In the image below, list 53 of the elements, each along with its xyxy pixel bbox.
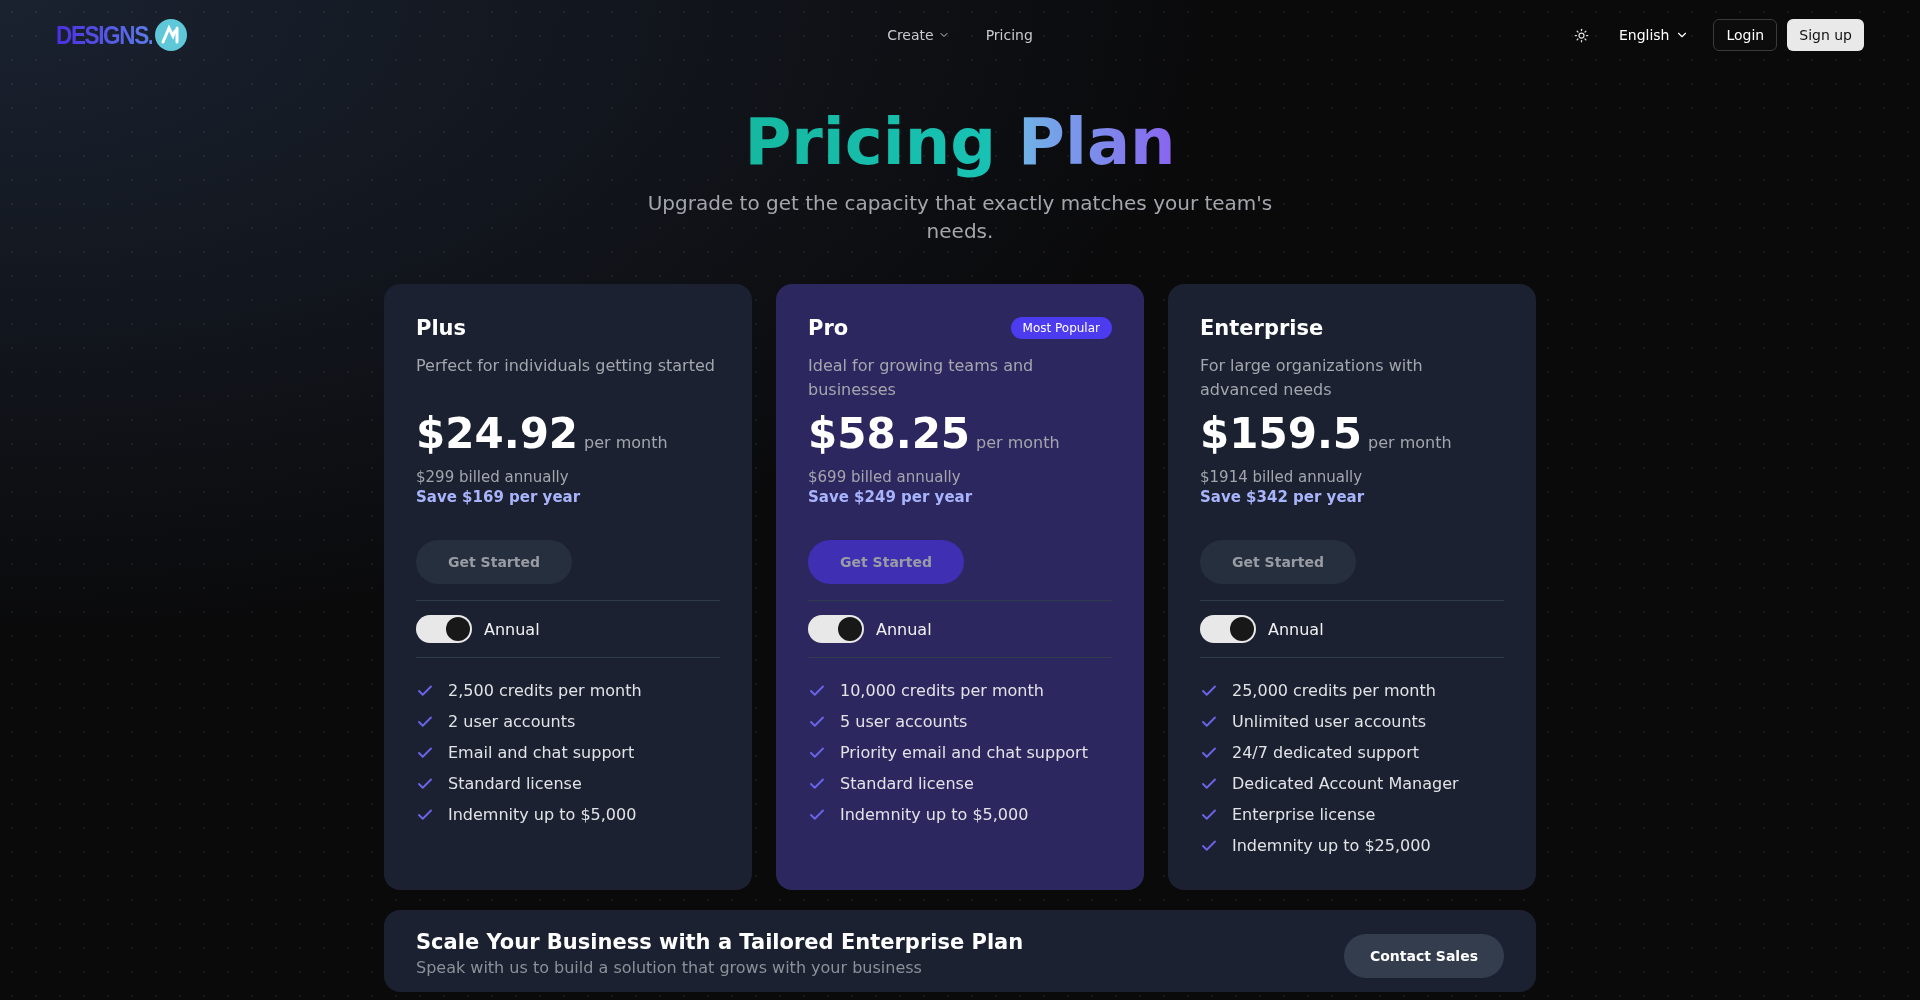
billed-annually: $299 billed annually: [416, 468, 570, 486]
feature-text: Standard license: [448, 773, 582, 795]
feature-text: Priority email and chat support: [840, 742, 1088, 764]
feature-text: Indemnity up to $25,000: [1232, 835, 1431, 857]
annual-toggle[interactable]: [808, 615, 864, 643]
nav-link[interactable]: Pricing: [985, 27, 1033, 43]
billed-annually: $1914 billed annually: [1200, 468, 1364, 486]
banner-title: Scale Your Business with a Tailored Enterprise Plan: [416, 930, 1024, 954]
signup-button[interactable]: Sign up: [1787, 19, 1864, 51]
feature-text: 2 user accounts: [448, 711, 576, 733]
feature-text: Dedicated Account Manager: [1232, 773, 1459, 795]
logo-mark-icon: [155, 19, 188, 51]
nav-link[interactable]: Create: [887, 27, 950, 43]
plan-name: Plus: [416, 316, 467, 340]
feature-text: Unlimited user accounts: [1232, 711, 1427, 733]
toggle-label: Annual: [1268, 619, 1324, 639]
feature-text: Standard license: [840, 773, 974, 795]
banner-subtitle: Speak with us to build a solution that grows with your business: [416, 958, 923, 977]
get-started-button[interactable]: Get Started: [416, 540, 572, 584]
popular-badge: Most Popular: [1010, 317, 1112, 339]
feature-text: 24/7 dedicated support: [1232, 742, 1419, 764]
yearly-savings: Save $249 per year: [808, 488, 974, 506]
toggle-label: Annual: [484, 619, 540, 639]
price-period: per month: [1368, 433, 1452, 452]
feature-text: Enterprise license: [1232, 804, 1376, 826]
price-period: per month: [976, 433, 1060, 452]
plan-description: Ideal for growing teams and businesses: [808, 355, 1035, 401]
page-subtitle: Upgrade to get the capacity that exactly matches your team's needs.: [646, 189, 1274, 245]
language-selector[interactable]: English: [1612, 26, 1696, 44]
billed-annually: $699 billed annually: [808, 468, 962, 486]
feature-text: Email and chat support: [448, 742, 635, 764]
login-button[interactable]: Login: [1713, 19, 1778, 51]
feature-text: 25,000 credits per month: [1232, 680, 1436, 702]
get-started-button[interactable]: Get Started: [1200, 540, 1356, 584]
feature-text: 10,000 credits per month: [840, 680, 1044, 702]
annual-toggle[interactable]: [1200, 615, 1256, 643]
feature-text: Indemnity up to $5,000: [840, 804, 1029, 826]
yearly-savings: Save $342 per year: [1200, 488, 1366, 506]
plan-description: Perfect for individuals getting started: [416, 355, 716, 377]
plan-description: For large organizations with advanced needs: [1200, 355, 1424, 401]
feature-text: Indemnity up to $5,000: [448, 804, 637, 826]
price-period: per month: [584, 433, 668, 452]
annual-toggle[interactable]: [416, 615, 472, 643]
contact-sales-button[interactable]: Contact Sales: [1343, 934, 1504, 978]
plan-name: Pro: [808, 316, 849, 340]
toggle-label: Annual: [876, 619, 932, 639]
plan-price: $159.5: [1200, 408, 1363, 460]
feature-text: 5 user accounts: [840, 711, 968, 733]
yearly-savings: Save $169 per year: [416, 488, 582, 506]
plan-price: $58.25: [808, 408, 971, 460]
plan-name: Enterprise: [1200, 316, 1324, 340]
plan-price: $24.92: [416, 408, 579, 460]
feature-text: 2,500 credits per month: [448, 680, 642, 702]
